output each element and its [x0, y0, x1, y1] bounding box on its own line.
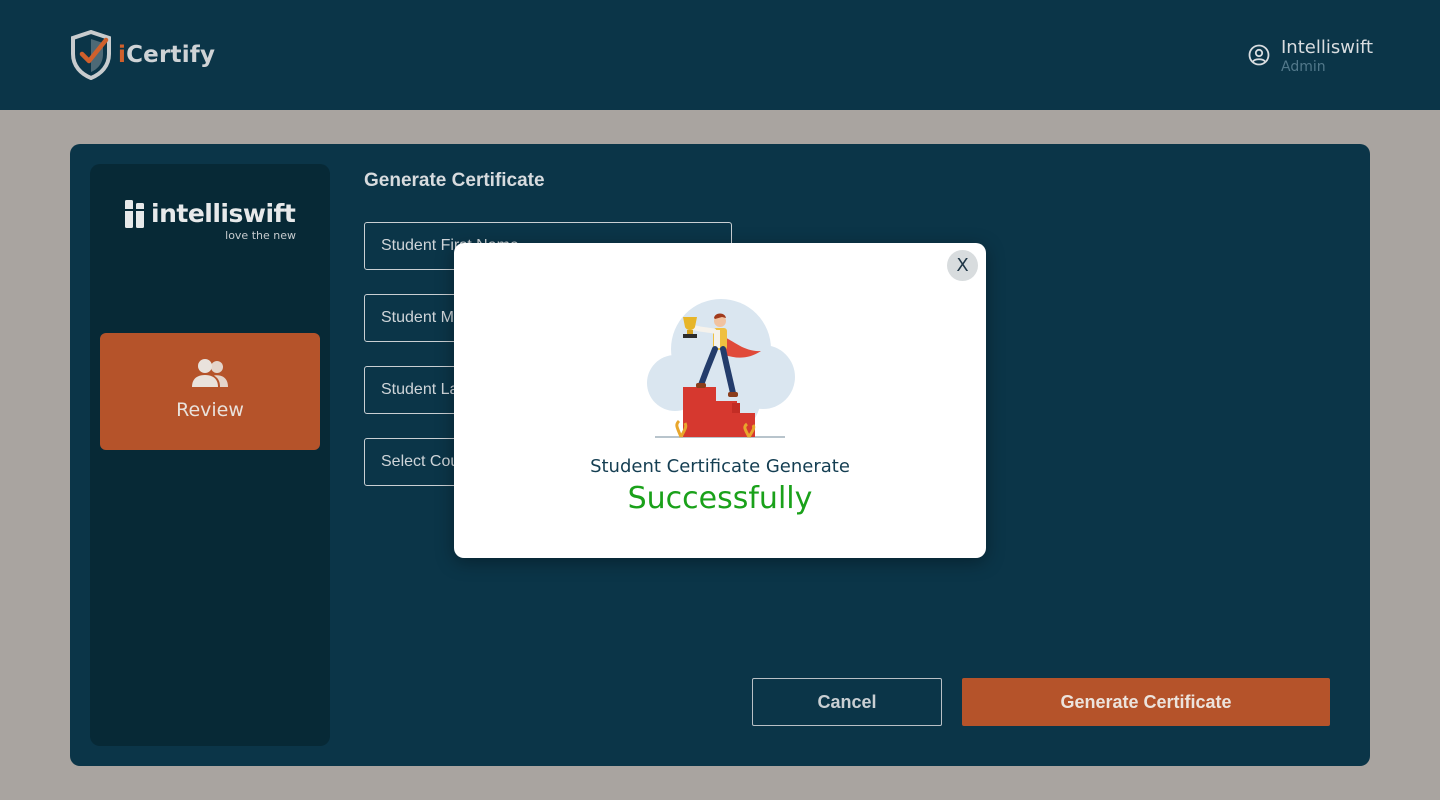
users-icon [192, 359, 228, 387]
generate-certificate-button[interactable]: Generate Certificate [962, 678, 1330, 726]
app-name: iCertify [118, 42, 216, 68]
user-circle-icon [1248, 44, 1270, 66]
success-illustration [647, 299, 795, 438]
sidebar: intelliswift love the new Review [90, 164, 330, 746]
user-menu[interactable]: Intelliswift Admin [1248, 37, 1373, 75]
cancel-button[interactable]: Cancel [752, 678, 942, 726]
intelliswift-mark-icon [125, 200, 144, 228]
shield-check-icon [71, 30, 111, 80]
app-logo[interactable]: iCertify [70, 30, 215, 80]
success-modal: X Student Certificate Generate Successfu… [454, 243, 986, 558]
success-status: Successfully [627, 481, 813, 516]
user-role: Admin [1281, 59, 1326, 75]
intelliswift-logo: intelliswift love the new [125, 200, 300, 242]
sidebar-item-label: Review [176, 399, 244, 421]
page-title: Generate Certificate [364, 170, 545, 191]
logo-tagline: love the new [225, 229, 296, 242]
app-header: iCertify Intelliswift Admin [0, 0, 1440, 110]
close-button[interactable]: X [947, 250, 978, 281]
user-name: Intelliswift [1281, 37, 1374, 58]
logo-text: intelliswift [151, 199, 296, 228]
success-message: Student Certificate Generate [590, 456, 850, 477]
sidebar-item-review[interactable]: Review [100, 333, 320, 450]
